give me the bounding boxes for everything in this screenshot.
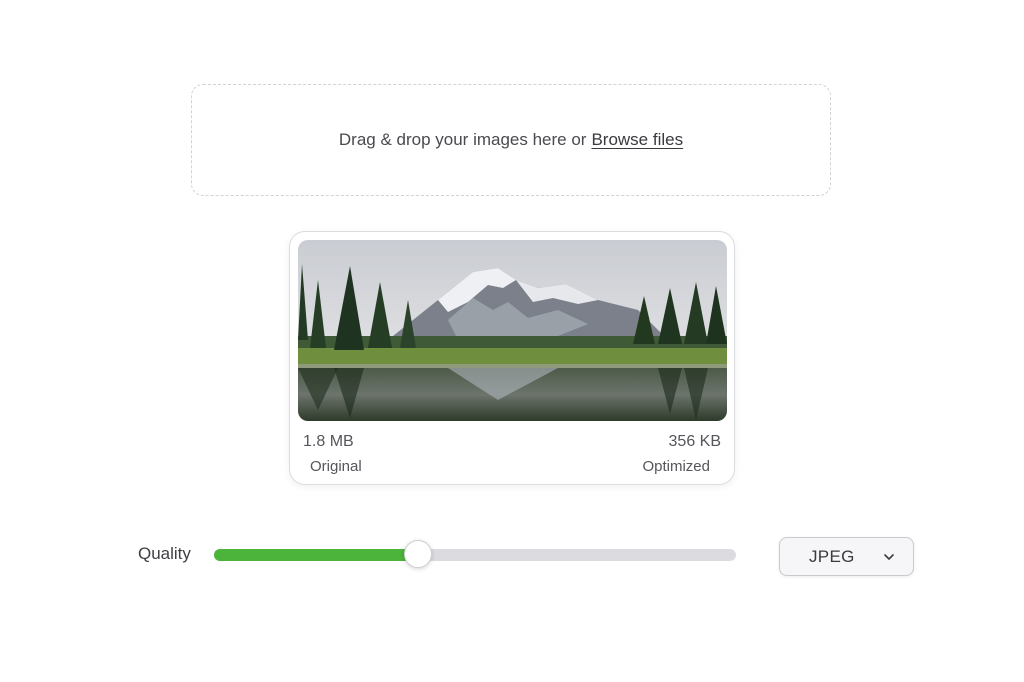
upload-dropzone[interactable]: Drag & drop your images here or Browse f…	[191, 84, 831, 196]
format-select[interactable]: JPEG	[779, 537, 914, 576]
preview-card: 1.8 MB 356 KB Original Optimized	[289, 231, 735, 485]
dropzone-prompt: Drag & drop your images here or	[338, 130, 587, 149]
optimized-size: 356 KB	[668, 433, 721, 450]
browse-files-link[interactable]: Browse files	[591, 130, 683, 150]
quality-label: Quality	[138, 544, 191, 563]
optimized-label: Optimized	[642, 458, 710, 475]
image-preview	[298, 240, 727, 421]
chevron-down-icon	[884, 554, 894, 560]
original-size: 1.8 MB	[303, 433, 354, 450]
format-select-value: JPEG	[809, 547, 855, 566]
quality-slider-fill	[214, 549, 418, 561]
quality-slider[interactable]	[214, 540, 736, 568]
original-label: Original	[310, 458, 362, 475]
image-optimizer-page: Drag & drop your images here or Browse f…	[0, 0, 1024, 682]
quality-slider-thumb[interactable]	[403, 540, 432, 568]
